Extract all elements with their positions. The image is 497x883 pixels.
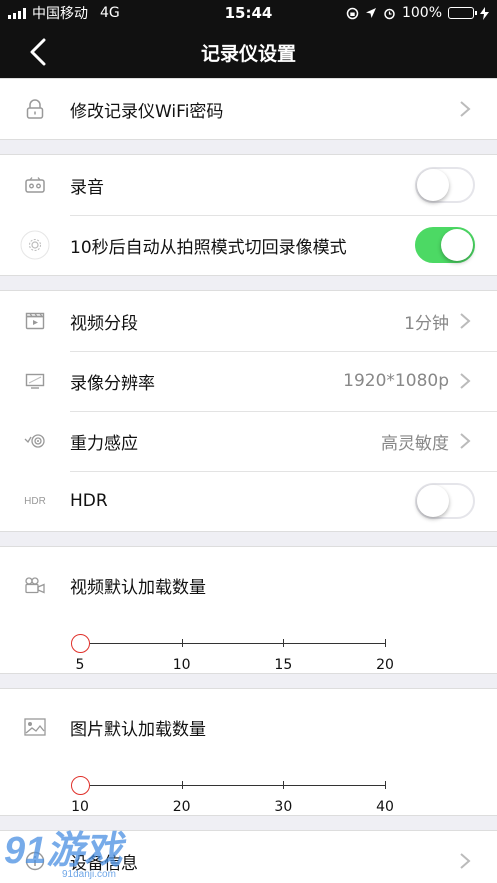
cassette-icon <box>25 177 45 193</box>
auto-switch-row: 10秒后自动从拍照模式切回录像模式 <box>0 215 497 275</box>
record-audio-row: 录音 <box>0 155 497 215</box>
chevron-right-icon <box>460 101 471 117</box>
record-audio-toggle[interactable] <box>415 167 475 203</box>
gsensor-value: 高灵敏度 <box>381 433 449 454</box>
wifi-password-row[interactable]: 修改记录仪WiFi密码 <box>0 79 497 139</box>
network-label: 4G <box>100 5 120 21</box>
tick-label: 5 <box>75 657 85 673</box>
video-load-slider[interactable]: 5 10 15 20 <box>71 634 394 673</box>
video-settings-group: 视频分段 1分钟 录像分辨率 1920*1080p 重力感应 高灵敏度 HDR … <box>0 290 497 532</box>
page-title: 记录仪设置 <box>200 42 296 65</box>
video-camera-icon <box>25 577 45 594</box>
tick-label: 20 <box>376 657 394 673</box>
lock-rotation-icon <box>346 7 359 19</box>
gsensor-row[interactable]: 重力感应 高灵敏度 <box>0 411 497 471</box>
settings-circle-icon <box>20 230 50 260</box>
wifi-password-label: 修改记录仪WiFi密码 <box>70 101 224 122</box>
charging-icon <box>480 6 489 20</box>
watermark-text: 91游戏 <box>4 830 127 872</box>
carrier-label: 中国移动 <box>32 6 88 22</box>
battery-percent: 100% <box>401 5 442 21</box>
watermark-url: 91danji.com <box>62 869 116 880</box>
auto-switch-toggle[interactable] <box>415 227 475 263</box>
wifi-group: 修改记录仪WiFi密码 <box>0 78 497 140</box>
gsensor-label: 重力感应 <box>70 433 138 454</box>
tick-label: 10 <box>71 799 89 815</box>
video-load-group: 视频默认加载数量 5 10 15 20 <box>0 546 497 674</box>
chevron-right-icon <box>460 853 471 869</box>
location-icon <box>365 8 376 18</box>
hdr-label: HDR <box>70 491 108 511</box>
nav-bar: 记录仪设置 <box>0 26 497 78</box>
watermark-logo: 91游戏 91danji.com <box>0 823 140 883</box>
resolution-label: 录像分辨率 <box>70 373 155 394</box>
video-segment-row[interactable]: 视频分段 1分钟 <box>0 291 497 351</box>
battery-icon <box>448 7 477 19</box>
tick-label: 40 <box>376 799 394 815</box>
signal-icon <box>8 7 26 19</box>
tick-label: 30 <box>274 799 293 815</box>
status-bar: 中国移动 4G 15:44 100% <box>0 0 497 26</box>
alarm-icon <box>384 8 395 19</box>
slider-thumb[interactable] <box>71 776 90 795</box>
video-load-label: 视频默认加载数量 <box>70 577 206 598</box>
auto-switch-label: 10秒后自动从拍照模式切回录像模式 <box>70 237 347 258</box>
hdr-row: HDR HDR <box>0 471 497 531</box>
resolution-row[interactable]: 录像分辨率 1920*1080p <box>0 351 497 411</box>
back-icon[interactable] <box>26 38 50 66</box>
lock-icon <box>26 99 44 119</box>
hdr-icon: HDR <box>24 495 46 507</box>
chevron-right-icon <box>460 373 471 389</box>
resolution-value: 1920*1080p <box>343 371 449 391</box>
image-load-slider[interactable]: 10 20 30 40 <box>71 776 394 815</box>
tick-label: 20 <box>172 799 191 815</box>
image-load-label: 图片默认加载数量 <box>70 719 206 740</box>
video-segment-value: 1分钟 <box>404 313 449 334</box>
tick-label: 10 <box>172 657 191 673</box>
chevron-right-icon <box>460 433 471 449</box>
clapperboard-icon <box>25 312 45 330</box>
gravity-sensor-icon <box>24 434 45 448</box>
slider-thumb[interactable] <box>71 634 90 653</box>
image-icon <box>24 718 46 736</box>
monitor-icon <box>25 373 45 389</box>
hdr-toggle[interactable] <box>415 483 475 519</box>
video-segment-label: 视频分段 <box>70 313 138 334</box>
image-load-group: 图片默认加载数量 10 20 30 40 <box>0 688 497 816</box>
record-audio-label: 录音 <box>70 177 104 198</box>
chevron-right-icon <box>460 313 471 329</box>
record-group: 录音 10秒后自动从拍照模式切回录像模式 <box>0 154 497 276</box>
tick-label: 15 <box>274 657 293 673</box>
